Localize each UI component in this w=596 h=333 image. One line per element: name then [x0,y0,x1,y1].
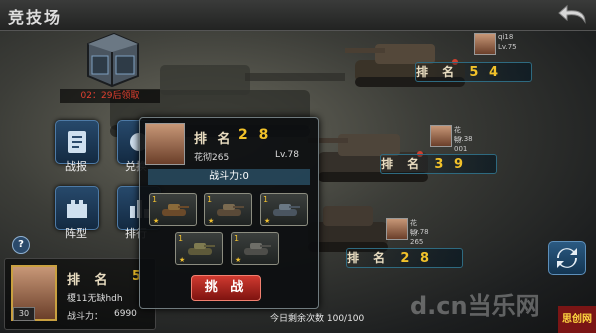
castle-icon [67,200,87,218]
opponent-1-rank-bar: 排 名 5 4 [415,62,532,82]
battle-report-label: 战报 [65,160,87,173]
back-button[interactable] [557,4,591,28]
player-level: 30 [13,307,35,321]
slot-number: 1 [178,234,184,243]
tank-slot[interactable]: 1 ★ [204,193,252,226]
player-rank-label: 排 名 [67,273,113,288]
popup-player-name: 花彻265 [194,153,230,163]
opponent-1-rank-label: 排 名 [416,65,460,79]
tank-icon [162,204,189,216]
opponent-detail-popup: 排 名 2 8 花彻265 Lv.78 战斗力:0 1 ★ 1 ★ 1 ★ 1 … [139,117,319,309]
star-icon: ★ [264,217,271,225]
opponent-tank-1-image[interactable] [345,22,475,97]
refresh-icon [557,248,577,268]
tank-icon [217,204,244,216]
opponent-1-level: Lv.75 [498,43,517,51]
refresh-button[interactable] [548,241,586,275]
popup-avatar [145,123,185,165]
opponent-2-rank-label: 排 名 [381,157,425,171]
popup-power: 战斗力:0 [148,169,310,185]
formation-button[interactable] [55,186,99,230]
watermark: d.cn当乐网 [410,292,540,320]
slot-number: 1 [263,195,269,204]
opponent-3-rank-bar: 排 名 2 8 [346,248,463,268]
tank-slot[interactable]: 1 ★ [260,193,308,226]
tank-icon [244,243,271,255]
remaining-attempts: 今日剩余次数 100/100 [270,314,365,324]
reward-crate-icon[interactable] [80,30,142,88]
popup-player-level: Lv.78 [275,150,299,160]
opponent-3-level: Lv.78 [410,228,429,236]
tank-slot[interactable]: 1 ★ [149,193,197,226]
player-panel: 30 排 名 5 榎11无缺hdh 战斗力： 6990 [4,258,156,330]
tank-icon [273,204,300,216]
opponent-1-rank: 5 4 [469,65,501,80]
tank-slot[interactable]: 1 ★ [175,232,223,265]
opponent-3-rank: 2 8 [400,251,432,266]
formation-label: 阵型 [65,227,87,240]
challenge-button[interactable]: 挑 战 [191,275,261,301]
slot-number: 1 [234,234,240,243]
page-title: 竞技场 [8,8,63,27]
opponent-2-avatar [430,125,452,147]
opponent-tank-2-image[interactable] [308,112,438,192]
star-icon: ★ [179,256,186,264]
crate-timer: 02：29后领取 [60,89,160,103]
player-power: 6990 [114,309,137,319]
star-icon: ★ [235,256,242,264]
opponent-2-rank: 3 9 [434,157,466,172]
document-icon [68,131,86,153]
slot-number: 1 [207,195,213,204]
opponent-3-avatar [386,218,408,240]
opponent-1-name: qi18 [498,33,514,41]
tank-icon [188,243,215,255]
back-arrow-icon [558,4,586,24]
tank-slot[interactable]: 1 ★ [231,232,279,265]
star-icon: ★ [208,217,215,225]
popup-rank: 2 8 [238,127,272,143]
player-power-label: 战斗力： [67,312,104,322]
top-bar [0,0,596,31]
opponent-3-rank-label: 排 名 [347,251,391,265]
opponent-2-level: Lv.38 [454,135,473,143]
star-icon: ★ [153,217,160,225]
help-button[interactable]: ? [12,236,30,254]
corner-logo: 思创网 [558,306,596,333]
opponent-2-rank-bar: 排 名 3 9 [380,154,497,174]
popup-rank-label: 排 名 [194,132,234,147]
opponent-1-avatar [474,33,496,55]
slot-number: 1 [152,195,158,204]
